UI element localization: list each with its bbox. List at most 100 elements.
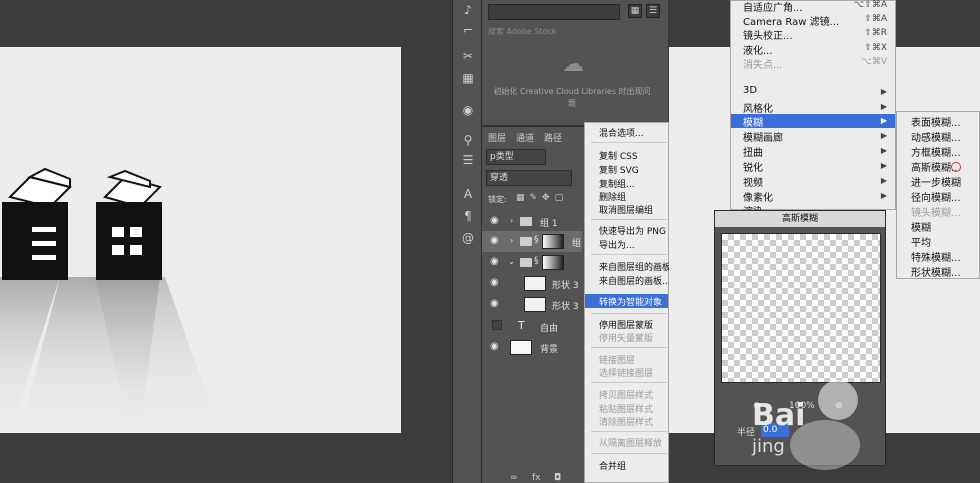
mask-thumbnail[interactable] — [542, 255, 564, 270]
menu-item-motion-blur[interactable]: 动感模糊... — [911, 129, 961, 144]
menu-item-export-as[interactable]: 导出为... — [599, 238, 635, 251]
brush-icon[interactable]: ⌐ — [459, 22, 477, 38]
menu-item-quick-export[interactable]: 快速导出为 PNG — [599, 224, 666, 237]
submenu-arrow-icon: ▶ — [880, 191, 887, 200]
collapse-icon[interactable]: ⌄ — [508, 257, 515, 266]
lock-icons[interactable]: ▦✎✥▢ — [516, 193, 568, 203]
tools-icon[interactable]: ✂ — [459, 48, 477, 64]
menu-separator — [591, 382, 667, 383]
menu-item-ungroup[interactable]: 取消图层编组 — [599, 203, 653, 216]
menu-item-duplicate-group[interactable]: 复制组... — [599, 177, 635, 190]
glyphs-icon[interactable]: @ — [459, 230, 477, 246]
eye-icon[interactable]: ◉ — [490, 256, 499, 267]
menu-item-select-linked: 选择链接图层 — [599, 369, 654, 379]
menu-separator — [591, 431, 667, 432]
history-brush-icon[interactable]: ♪ — [459, 2, 477, 18]
paw-icon — [818, 380, 858, 420]
grid-icon[interactable]: ▦ — [459, 70, 477, 86]
menu-item-3d[interactable]: 3D — [743, 85, 757, 96]
dialog-preview[interactable] — [721, 233, 881, 383]
menu-item-convert-smart-object[interactable]: 转换为智能对象 — [599, 295, 662, 308]
layer-row[interactable]: ◉ ⌄ § — [482, 252, 582, 273]
tab-layers[interactable]: 图层 — [488, 131, 506, 144]
canvas-area-left — [0, 0, 450, 483]
menu-item-copy-svg[interactable]: 复制 SVG — [599, 163, 639, 176]
text-layer-icon: T — [518, 319, 525, 332]
eye-icon[interactable]: ◉ — [490, 298, 499, 309]
eye-icon[interactable]: ◉ — [490, 215, 499, 226]
submenu-arrow-icon: ▶ — [880, 131, 887, 140]
menu-item-merge-group[interactable]: 合并组 — [599, 459, 626, 472]
grid-view-icon[interactable]: ▦ — [628, 4, 642, 18]
menu-item-artboard-from-group[interactable]: 来自图层组的画板... — [599, 260, 680, 273]
link-icon: § — [534, 256, 539, 266]
eye-icon[interactable]: ◉ — [490, 341, 499, 352]
menu-item-blur[interactable]: 模糊 — [743, 114, 763, 129]
tab-paths[interactable]: 路径 — [544, 131, 562, 144]
menu-item-smart-blur[interactable]: 特殊模糊... — [911, 249, 961, 264]
shortcut: ⌥⌘V — [861, 57, 887, 67]
menu-item-liquify[interactable]: 液化... — [743, 42, 773, 57]
list-view-icon[interactable]: ☰ — [646, 4, 660, 18]
layer-name: 形状 3 — [552, 281, 579, 291]
layer-row[interactable]: ◉ 形状 3 — [482, 273, 582, 294]
menu-item-distort[interactable]: 扭曲 — [743, 144, 763, 159]
layer-name: 组 — [572, 239, 582, 249]
eye-icon[interactable]: ◉ — [490, 235, 499, 246]
layer-row[interactable]: ◉ 背景 — [482, 337, 582, 358]
menu-item-lens-correction[interactable]: 镜头校正... — [743, 27, 793, 42]
properties-icon[interactable]: ☰ — [459, 152, 477, 168]
menu-item-artboard-from-layers[interactable]: 来自图层的画板... — [599, 274, 671, 287]
link-icon[interactable]: ∞ — [510, 473, 518, 483]
menu-item-box-blur[interactable]: 方框模糊... — [911, 144, 961, 159]
paragraph-icon[interactable]: ¶ — [459, 208, 477, 224]
menu-separator — [591, 219, 667, 220]
watermark-sub: jing — [752, 436, 785, 457]
menu-item-adaptive-wide-angle[interactable]: 自适应广角... — [743, 0, 803, 14]
library-dropdown[interactable] — [488, 4, 620, 20]
menu-item-copy-css[interactable]: 复制 CSS — [599, 149, 638, 162]
3d-icon[interactable]: ◉ — [459, 102, 477, 118]
menu-item-surface-blur[interactable]: 表面模糊... — [911, 114, 961, 129]
layer-context-menu: 混合选项... 复制 CSS 复制 SVG 复制组... 删除组 取消图层编组 … — [584, 122, 680, 483]
visibility-off-box[interactable] — [492, 320, 502, 330]
menu-item-disable-layer-mask[interactable]: 停用图层蒙版 — [599, 318, 653, 331]
tab-channels[interactable]: 通道 — [516, 131, 534, 144]
link-icon: § — [534, 235, 539, 245]
layer-row[interactable]: T 自由 — [482, 316, 582, 337]
menu-item-shape-blur[interactable]: 形状模糊... — [911, 264, 961, 279]
mask-thumbnail[interactable] — [542, 234, 564, 249]
menu-item-camera-raw[interactable]: Camera Raw 滤镜... — [743, 13, 839, 28]
fx-icon[interactable]: fx — [532, 473, 541, 483]
menu-item-release-isolation: 从隔离图层释放 — [599, 439, 663, 449]
layer-filter-select[interactable]: p类型 — [486, 149, 546, 165]
stock-search-input[interactable]: 搜索 Adobe Stock — [488, 26, 658, 40]
menu-item-blur[interactable]: 模糊 — [911, 219, 931, 234]
layer-name: 形状 3 — [552, 302, 579, 312]
eye-icon[interactable]: ◉ — [490, 277, 499, 288]
menu-item-stylize[interactable]: 风格化 — [743, 100, 773, 115]
shortcut: ⇧⌘A — [864, 14, 887, 24]
menu-item-blur-more[interactable]: 进一步模糊 — [911, 174, 961, 189]
cloud-error-icon: ☁ — [562, 52, 584, 77]
menu-item-video[interactable]: 视频 — [743, 174, 763, 189]
expand-icon[interactable]: › — [510, 216, 513, 225]
menu-item-radial-blur[interactable]: 径向模糊... — [911, 189, 961, 204]
layer-row[interactable]: ◉ › 组 1 — [482, 211, 582, 232]
layer-row[interactable]: ◉ 形状 3 — [482, 294, 582, 315]
menu-item-pixelate[interactable]: 像素化 — [743, 189, 773, 204]
menu-item-sharpen[interactable]: 锐化 — [743, 159, 763, 174]
menu-item-blur-gallery[interactable]: 模糊画廊 — [743, 129, 783, 144]
layer-row-selected[interactable]: ◉ › § 组 — [482, 231, 582, 252]
shortcut: ⇧⌘R — [864, 28, 887, 38]
expand-icon[interactable]: › — [510, 236, 513, 245]
menu-item-delete-group[interactable]: 删除组 — [599, 190, 626, 203]
menu-item-blending-options[interactable]: 混合选项... — [599, 126, 644, 139]
adjust-icon[interactable]: ⚲ — [459, 132, 477, 148]
mask-icon[interactable]: ◘ — [554, 473, 561, 483]
document-canvas[interactable] — [0, 47, 401, 433]
menu-item-average[interactable]: 平均 — [911, 234, 931, 249]
menu-item-lens-blur: 镜头模糊... — [911, 208, 961, 219]
character-icon[interactable]: A — [459, 186, 477, 202]
blend-mode-select[interactable]: 穿透 — [486, 170, 572, 186]
